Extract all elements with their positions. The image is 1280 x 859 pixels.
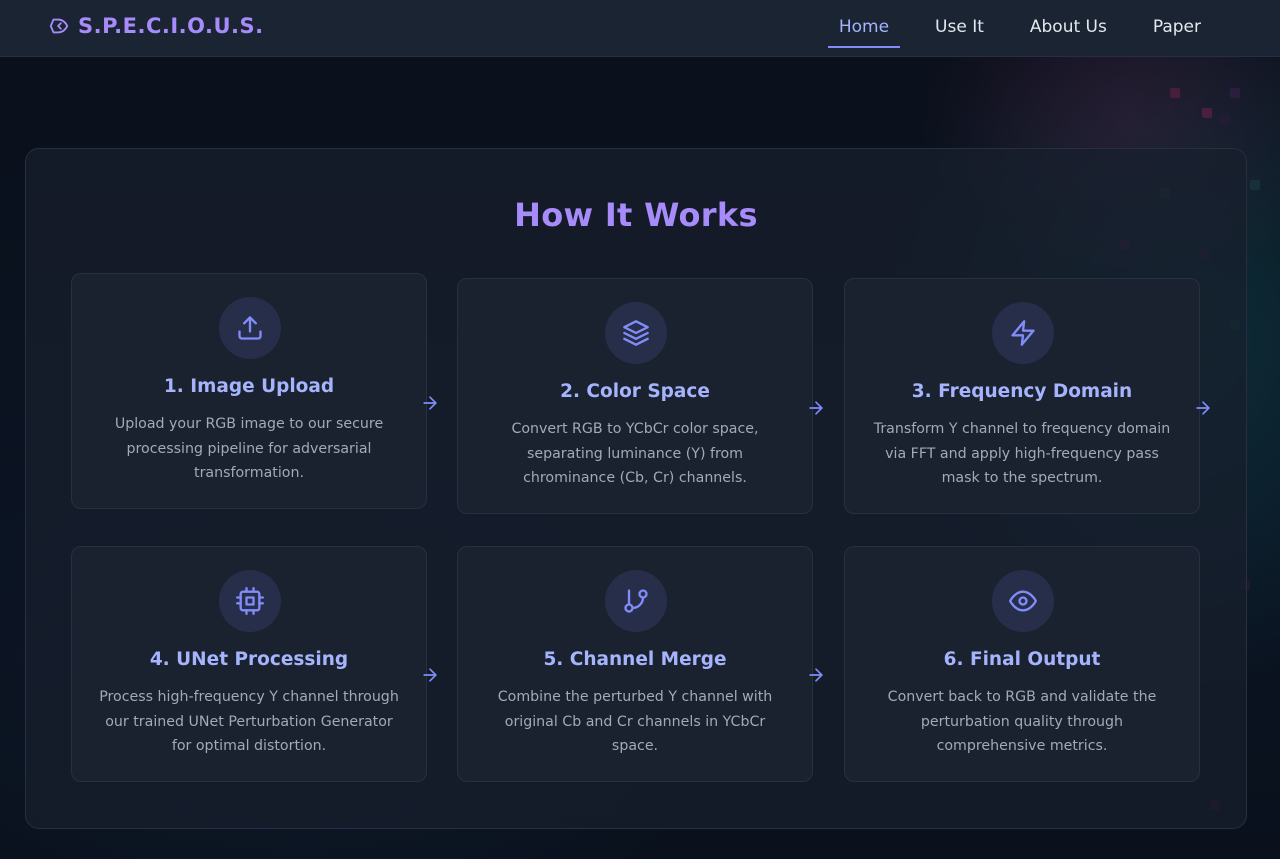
step-card-image-upload: 1. Image Upload Upload your RGB image to… (71, 273, 427, 509)
upload-icon (238, 316, 262, 340)
layers-icon (623, 320, 649, 346)
step-title: 6. Final Output (943, 649, 1101, 670)
step-icon-circle (992, 570, 1054, 632)
arrow-right-icon (423, 668, 437, 682)
step-description: Process high-frequency Y channel through… (99, 689, 399, 754)
section-title: How It Works (514, 196, 758, 234)
lightning-icon (1011, 320, 1035, 346)
cpu-icon (236, 587, 264, 615)
step-title: 4. UNet Processing (149, 649, 349, 670)
step-icon-circle (605, 302, 667, 364)
nav-link-paper[interactable]: Paper (1142, 9, 1212, 49)
step-card-unet-processing: 4. UNet Processing Process high-frequenc… (71, 546, 427, 782)
step-icon-circle (219, 297, 281, 359)
step-icon-circle (992, 302, 1054, 364)
step-description: Transform Y channel to frequency domain … (873, 421, 1171, 486)
step-title: 2. Color Space (560, 381, 710, 402)
site-logo[interactable]: S.P.E.C.I.O.U.S. (48, 14, 264, 38)
step-icon-circle (605, 570, 667, 632)
arrow-right-icon (809, 668, 823, 682)
step-description: Convert RGB to YCbCr color space, separa… (511, 421, 759, 486)
nav-link-home[interactable]: Home (827, 9, 901, 49)
step-description: Combine the perturbed Y channel with ori… (497, 689, 773, 754)
git-branch-icon (624, 589, 648, 613)
eye-icon (1009, 590, 1037, 612)
step-title: 1. Image Upload (163, 376, 335, 397)
step-icon-circle (219, 570, 281, 632)
step-description: Convert back to RGB and validate the per… (887, 689, 1157, 754)
step-card-final-output: 6. Final Output Convert back to RGB and … (844, 546, 1200, 782)
main-nav: Home Use It About Us Paper (804, 0, 1212, 57)
arrow-right-icon (1196, 401, 1210, 415)
arrow-right-icon (423, 396, 437, 410)
nav-link-use-it[interactable]: Use It (924, 9, 995, 49)
step-description: Upload your RGB image to our secure proc… (114, 416, 384, 481)
logo-text: S.P.E.C.I.O.U.S. (78, 14, 264, 38)
step-card-frequency-domain: 3. Frequency Domain Transform Y channel … (844, 278, 1200, 514)
arrow-right-icon (809, 401, 823, 415)
top-navbar: S.P.E.C.I.O.U.S. Home Use It About Us Pa… (0, 0, 1280, 57)
step-title: 3. Frequency Domain (911, 381, 1133, 402)
step-card-channel-merge: 5. Channel Merge Combine the perturbed Y… (457, 546, 813, 782)
step-title: 5. Channel Merge (543, 649, 727, 670)
shield-icon (49, 18, 69, 34)
nav-link-about-us[interactable]: About Us (1019, 9, 1118, 49)
step-card-color-space: 2. Color Space Convert RGB to YCbCr colo… (457, 278, 813, 514)
